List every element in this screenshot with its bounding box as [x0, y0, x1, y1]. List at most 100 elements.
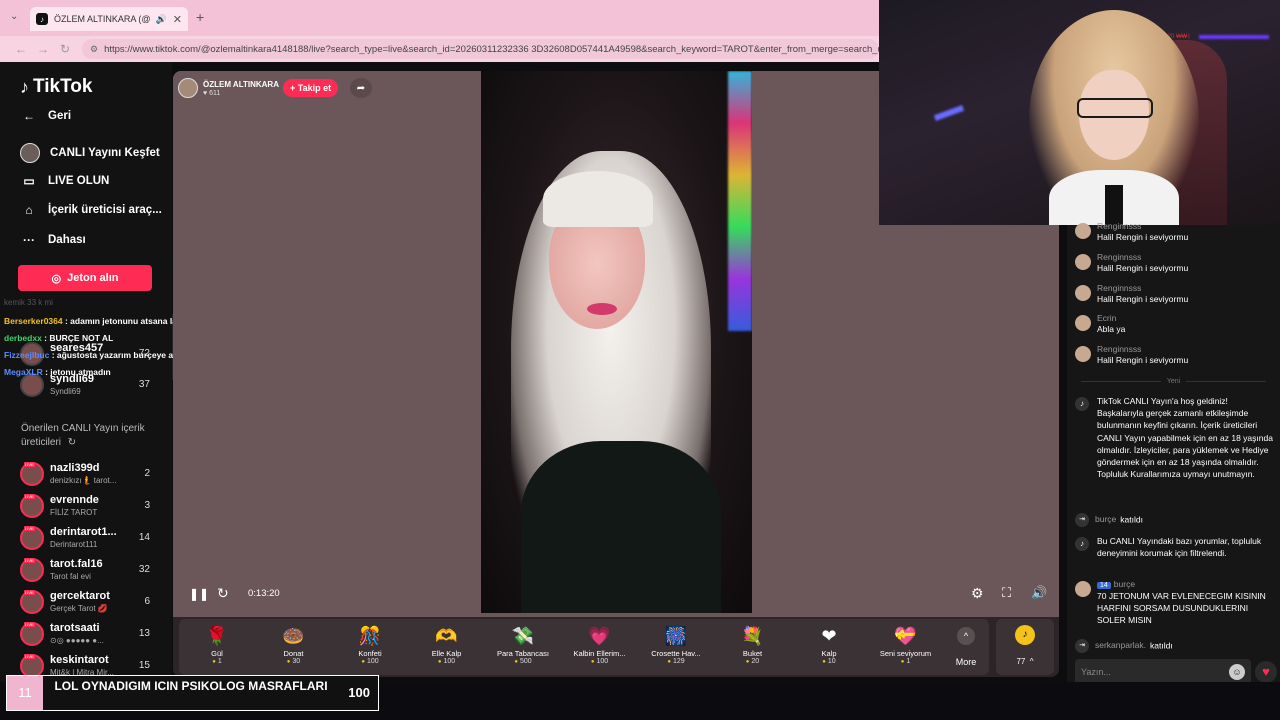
follow-button[interactable]: + Takip et — [283, 79, 339, 97]
tiktok-coin-icon: ♪ — [1015, 625, 1035, 645]
arrow-left-icon: ← — [23, 109, 35, 123]
sidebar-item-creator-tools[interactable]: ⌂ İçerik üreticisi araç... — [20, 203, 162, 217]
overlay-chat-text: BURÇE NOT AL — [49, 333, 114, 343]
avatar[interactable] — [1075, 581, 1091, 597]
avatar[interactable] — [1075, 315, 1091, 331]
ticker-number: 11 — [7, 676, 43, 710]
join-text: katıldı — [1120, 514, 1143, 525]
gift-icon: 🎊 — [358, 626, 382, 646]
creator-name: evrennde — [50, 494, 99, 506]
url-field[interactable]: ⚙ https://www.tiktok.com/@ozlemaltinkara… — [82, 39, 879, 59]
avatar[interactable] — [1075, 254, 1091, 270]
avatar: LIVE — [20, 590, 44, 614]
gift-item[interactable]: 💐 Buket20 — [715, 623, 791, 665]
join-user[interactable]: burçe — [1095, 514, 1116, 524]
webcam-tie — [1105, 185, 1123, 225]
fullscreen-icon[interactable]: ⛶ — [1002, 585, 1011, 601]
avatar[interactable] — [1075, 223, 1091, 239]
chevron-up-icon: ^ — [957, 627, 975, 645]
gift-name: Konfeti — [358, 649, 382, 658]
avatar[interactable] — [1075, 285, 1091, 301]
join-message: ⇥ burçe katıldı — [1075, 513, 1143, 527]
creator-subtitle: Tarot fal evi — [50, 572, 91, 581]
emoji-icon[interactable]: ☺ — [1229, 664, 1245, 680]
gift-item[interactable]: ❤ Kalp10 — [791, 623, 867, 665]
chat-input[interactable] — [1081, 663, 1221, 681]
gift-item[interactable]: 💸 Para Tabancası500 — [485, 623, 561, 665]
refresh-icon[interactable]: ↻ — [217, 585, 229, 602]
buy-coins-button[interactable]: ◎ Jeton alın — [18, 265, 152, 291]
chat-username[interactable]: Renginnsss — [1097, 283, 1141, 293]
new-messages-divider: Yeni — [1067, 378, 1280, 385]
chat-username[interactable]: Ecrin — [1097, 313, 1116, 323]
live-badge-icon: LIVE — [24, 526, 35, 531]
recommended-creator[interactable]: LIVE nazli399d denizkızı🧜 tarot... 2 — [20, 460, 160, 488]
site-info-icon[interactable]: ⚙ — [90, 44, 98, 55]
gift-name: Para Tabancası — [497, 649, 549, 658]
creator-subtitle: Syndli69 — [50, 387, 81, 396]
video-camera-icon: ▭ — [23, 174, 35, 188]
recommended-creator[interactable]: LIVE derintarot1... Derintarot111 14 — [20, 524, 160, 552]
avatar[interactable] — [1075, 346, 1091, 362]
gift-icon: 🫶 — [435, 626, 458, 646]
overlay-chat-line: Fizzeejlbuc : ağustosta yazarım burçeye … — [4, 350, 186, 360]
live-badge-icon: LIVE — [24, 622, 35, 627]
gift-item[interactable]: 💗 Kalbin Ellerim...100 — [562, 623, 638, 665]
gift-item[interactable]: 🍩 Donat30 — [256, 623, 332, 665]
ticker-text: LOL OYNADIGIM ICIN PSIKOLOG MASRAFLARI — [54, 679, 328, 693]
tab-list-icon[interactable]: ⌄ — [10, 11, 18, 22]
coin-balance[interactable]: ♪ 77 ^ — [996, 619, 1054, 675]
heart-icon[interactable]: ♥ — [1255, 661, 1277, 683]
ticker-value: 100 — [348, 685, 370, 700]
refresh-icon[interactable]: ↻ — [68, 437, 76, 448]
new-tab-button[interactable]: + — [196, 9, 204, 25]
chat-username[interactable]: Renginnsss — [1097, 252, 1141, 262]
host-likes: 611 — [209, 89, 221, 97]
host-avatar[interactable] — [178, 78, 198, 98]
pause-icon[interactable]: ❚❚ — [189, 587, 209, 601]
chat-text: Halil Rengin i seviyormu — [1097, 263, 1189, 273]
gift-icon: 🍩 — [282, 626, 305, 646]
gift-item[interactable]: 🌹 Gül1 — [179, 623, 255, 665]
sidebar-item-label: İçerik üreticisi araç... — [48, 204, 162, 216]
reload-icon[interactable]: ↻ — [54, 42, 76, 56]
creator-name: tarotsaati — [50, 622, 100, 634]
recommended-creator[interactable]: LIVE gercektarot Gerçek Tarot 💋 6 — [20, 588, 160, 616]
more-gifts-button[interactable]: ^ More — [951, 627, 981, 667]
avatar: LIVE — [20, 526, 44, 550]
gift-item[interactable]: 🫶 Elle Kalp100 — [409, 623, 485, 665]
settings-gear-icon[interactable]: ⚙ — [971, 585, 984, 602]
volume-icon[interactable]: 🔊 — [1031, 585, 1047, 601]
chat-username[interactable]: Renginnsss — [1097, 221, 1141, 231]
overlay-ghost-text: kemik 33 k mi — [4, 298, 53, 307]
host-info[interactable]: ÖZLEM ALTINKARA ♥ 611 — [178, 76, 279, 100]
join-icon: ⇥ — [1075, 513, 1089, 527]
gift-item[interactable]: 🎊 Konfeti100 — [332, 623, 408, 665]
forward-icon[interactable]: → — [32, 42, 54, 56]
sidebar-item-more[interactable]: ··· Dahası — [20, 233, 86, 247]
chat-username[interactable]: burçe — [1114, 579, 1135, 589]
back-icon[interactable]: ← — [10, 42, 32, 56]
tiktok-logo[interactable]: ♪ TikTok — [20, 76, 92, 98]
tiktok-favicon-icon: ♪ — [36, 13, 48, 25]
gift-item[interactable]: 💝 Seni seviyorum1 — [868, 623, 944, 665]
sidebar-item-back[interactable]: ← Geri — [20, 109, 71, 123]
streamer-webcam: 9320 ₩₩ᚱ — [879, 0, 1280, 225]
creator-name: tarot.fal16 — [50, 558, 103, 570]
live-badge-icon: LIVE — [24, 494, 35, 499]
recommended-creator[interactable]: LIVE tarot.fal16 Tarot fal evi 32 — [20, 556, 160, 584]
sidebar-item-explore[interactable]: CANLI Yayını Keşfet — [20, 143, 160, 163]
recommended-creator[interactable]: LIVE tarotsaati ⊙◎ ●●●●● ●... 13 — [20, 620, 160, 648]
overlay-chat-user: derbedxx — [4, 333, 42, 343]
browser-tab[interactable]: ♪ ÖZLEM ALTINKARA (@ozl 🔊 ✕ — [30, 7, 188, 31]
audio-icon[interactable]: 🔊 — [156, 14, 167, 25]
chat-username[interactable]: Renginnsss — [1097, 344, 1141, 354]
live-video[interactable] — [481, 71, 752, 613]
gift-item[interactable]: 🎆 Crosette Hav...129 — [638, 623, 714, 665]
sidebar-item-go-live[interactable]: ▭ LIVE OLUN — [20, 174, 109, 188]
close-tab-icon[interactable]: ✕ — [173, 13, 182, 26]
join-user[interactable]: serkanparlak. — [1095, 640, 1146, 650]
recommended-creator[interactable]: LIVE evrennde FİLİZ TAROT 3 — [20, 492, 160, 520]
share-icon[interactable]: ➦ — [350, 78, 372, 98]
streamer-lips — [587, 303, 617, 315]
